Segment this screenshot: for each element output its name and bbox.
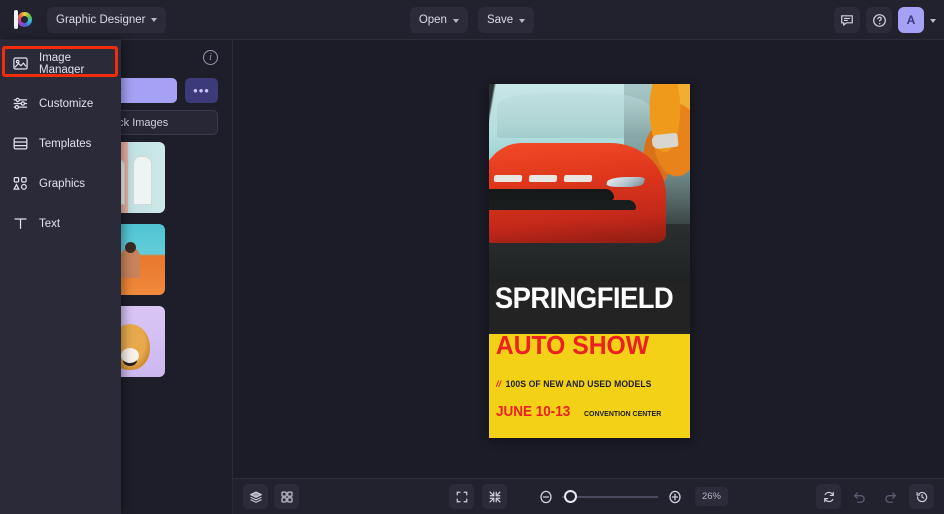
poster-date-row[interactable]: JUNE 10-13 CONVENTION CENTER [496,403,668,420]
car-grille [489,188,615,200]
poster-tagline-row[interactable]: // 100S OF NEW AND USED MODELS [496,378,652,389]
sidebar-item-text[interactable]: Text [6,208,115,239]
car-side-mirror [651,132,679,149]
bottom-toolbar: 26% [233,478,944,514]
top-bar: Graphic Designer Open Save A [0,0,944,40]
menu-spacer [0,199,121,208]
car-headlight [605,176,645,187]
sidebar-item-label: Customize [39,97,94,110]
chat-bubble-icon[interactable] [834,7,860,33]
reset-refresh-icon[interactable] [816,484,841,509]
poster-canvas[interactable]: SPRINGFIELD AUTO SHOW // 100S OF NEW AND… [489,84,690,438]
collapse-arrows-icon[interactable] [482,484,507,509]
templates-icon [12,135,29,152]
open-button[interactable]: Open [409,7,468,33]
red-sports-car-photo[interactable] [489,84,690,311]
menu-spacer [0,119,121,128]
chevron-down-icon [151,18,158,22]
app-root: Graphic Designer Open Save A i ••• Image… [0,0,944,514]
open-label: Open [418,14,447,26]
car-hood-vent [563,174,593,182]
menu-spacer [0,79,121,88]
car-windshield [497,93,650,139]
slashes-accent: // [496,377,502,389]
car-hood-vent [493,174,523,182]
car-front-bumper [489,199,637,210]
account-chevron-down-icon[interactable] [930,18,936,23]
question-circle-icon[interactable] [866,7,892,33]
workspace-label: Graphic Designer [56,13,146,26]
sidebar-item-customize[interactable]: Customize [6,88,115,119]
zoom-slider-knob[interactable] [564,490,577,503]
chevron-down-icon [519,18,526,23]
poster-subtitle[interactable]: AUTO SHOW [493,332,676,358]
bottom-right-group [816,484,934,509]
plus-circle-icon[interactable] [666,488,683,505]
sidebar-item-label: Templates [39,137,92,150]
more-dots-label: ••• [193,83,210,98]
menu-spacer [0,159,121,168]
redo-arrow-icon[interactable] [878,484,903,509]
save-label: Save [486,14,514,26]
logo-b-stem [14,9,18,29]
sidebar-item-label: Text [39,217,61,230]
bottom-left-group [243,484,299,509]
car-hood-vent [528,174,558,182]
poster-venue: CONVENTION CENTER [583,408,661,418]
grid-view-icon[interactable] [274,484,299,509]
canvas-area[interactable]: SPRINGFIELD AUTO SHOW // 100S OF NEW AND… [233,40,944,478]
logo-b-hole [21,15,28,23]
sidebar-item-label: Graphics [39,177,86,190]
layers-icon[interactable] [243,484,268,509]
image-manager-icon [12,55,29,72]
befunky-logo-icon[interactable] [9,6,35,33]
history-clock-icon[interactable] [909,484,934,509]
sidebar-item-templates[interactable]: Templates [6,128,115,159]
save-button[interactable]: Save [477,7,535,33]
avatar-initial: A [906,13,916,27]
poster-tagline: 100S OF NEW AND USED MODELS [505,377,652,389]
minus-circle-icon[interactable] [537,488,554,505]
car-body [489,142,666,243]
sidebar-item-image-manager[interactable]: Image Manager [6,48,115,79]
undo-arrow-icon[interactable] [847,484,872,509]
graphics-shapes-icon [12,175,29,192]
avatar[interactable]: A [898,7,924,33]
more-upload-options-button[interactable]: ••• [185,78,218,103]
sidebar-item-label: Image Manager [39,51,85,76]
sliders-icon [12,95,29,112]
zoom-slider[interactable] [562,488,658,505]
left-sidebar-menu: Image Manager Customize Templates Graphi… [0,40,121,514]
poster-title[interactable]: SPRINGFIELD [493,284,674,314]
top-bar-right-group: A [834,0,936,40]
workspace-switcher[interactable]: Graphic Designer [47,6,167,33]
zoom-level-label[interactable]: 26% [695,487,728,506]
text-t-icon [12,215,29,232]
fit-to-screen-icon[interactable] [449,484,474,509]
sidebar-item-graphics[interactable]: Graphics [6,168,115,199]
chevron-down-icon [452,18,459,23]
poster-date: JUNE 10-13 [496,402,571,420]
info-circle-icon[interactable]: i [203,50,218,65]
